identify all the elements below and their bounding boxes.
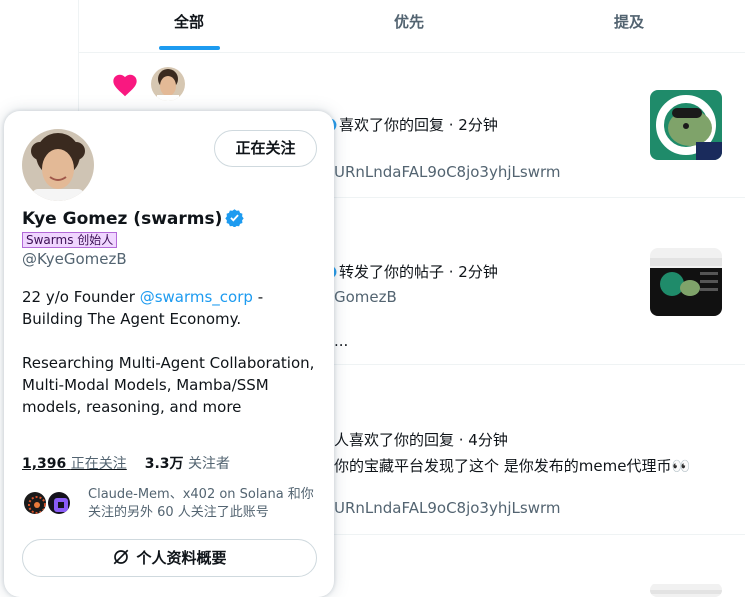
tab-priority[interactable]: 优先 [299, 0, 519, 53]
notification-text: 喜欢了你的回复 · 2分钟 [323, 114, 498, 135]
post-thumbnail[interactable] [650, 248, 722, 316]
heart-icon [113, 74, 137, 97]
follow-stats: 1,396 正在关注 3.3万 关注者 [22, 453, 230, 473]
notification-subtext: URnLndaFAL9oC8jo3yhjLswrm [334, 499, 561, 517]
mention-link[interactable]: @swarms_corp [140, 288, 253, 306]
display-name[interactable]: Kye Gomez (swarms) [22, 208, 245, 229]
notification-text: 转发了你的帖子 · 2分钟 [323, 261, 498, 282]
verified-badge-icon [225, 209, 245, 227]
post-thumbnail[interactable] [650, 583, 722, 597]
avatar [22, 490, 48, 516]
notification-tweet-text: 你的宝藏平台发现了这个 是你发布的meme代理币👀 [334, 457, 691, 475]
avatar [46, 490, 72, 516]
handle[interactable]: @KyeGomezB [22, 250, 127, 268]
post-thumbnail[interactable] [650, 90, 722, 160]
avatar[interactable] [22, 129, 94, 201]
mutual-avatars [22, 490, 78, 516]
bio: 22 y/o Founder @swarms_corp - Building T… [22, 288, 315, 416]
mutual-followers-text: Claude-Mem、x402 on Solana 和你关注的另外 60 人关注… [88, 487, 314, 520]
tab-mentions[interactable]: 提及 [519, 0, 739, 53]
affiliation-badge[interactable]: Swarms 创始人 [22, 232, 118, 248]
profile-hover-card: 正在关注 Kye Gomez (swarms) Swarms 创始人 @KyeG… [4, 111, 334, 597]
avatar[interactable] [151, 67, 185, 101]
notification-snippet: ... [334, 332, 349, 350]
profile-summary-button[interactable]: 个人资料概要 [22, 539, 317, 577]
notification-subtext: GomezB [334, 288, 397, 306]
followers-count-link[interactable]: 3.3万 关注者 [145, 456, 230, 472]
following-button[interactable]: 正在关注 [214, 130, 317, 167]
active-tab-indicator [159, 46, 220, 50]
notification-text: 人喜欢了你的回复 · 4分钟 [334, 431, 508, 449]
profile-summary-icon [114, 549, 129, 565]
following-count-link[interactable]: 1,396 正在关注 [22, 456, 127, 472]
tab-bar: 全部 优先 提及 [79, 0, 745, 53]
notification-subtext: URnLndaFAL9oC8jo3yhjLswrm [334, 163, 561, 181]
